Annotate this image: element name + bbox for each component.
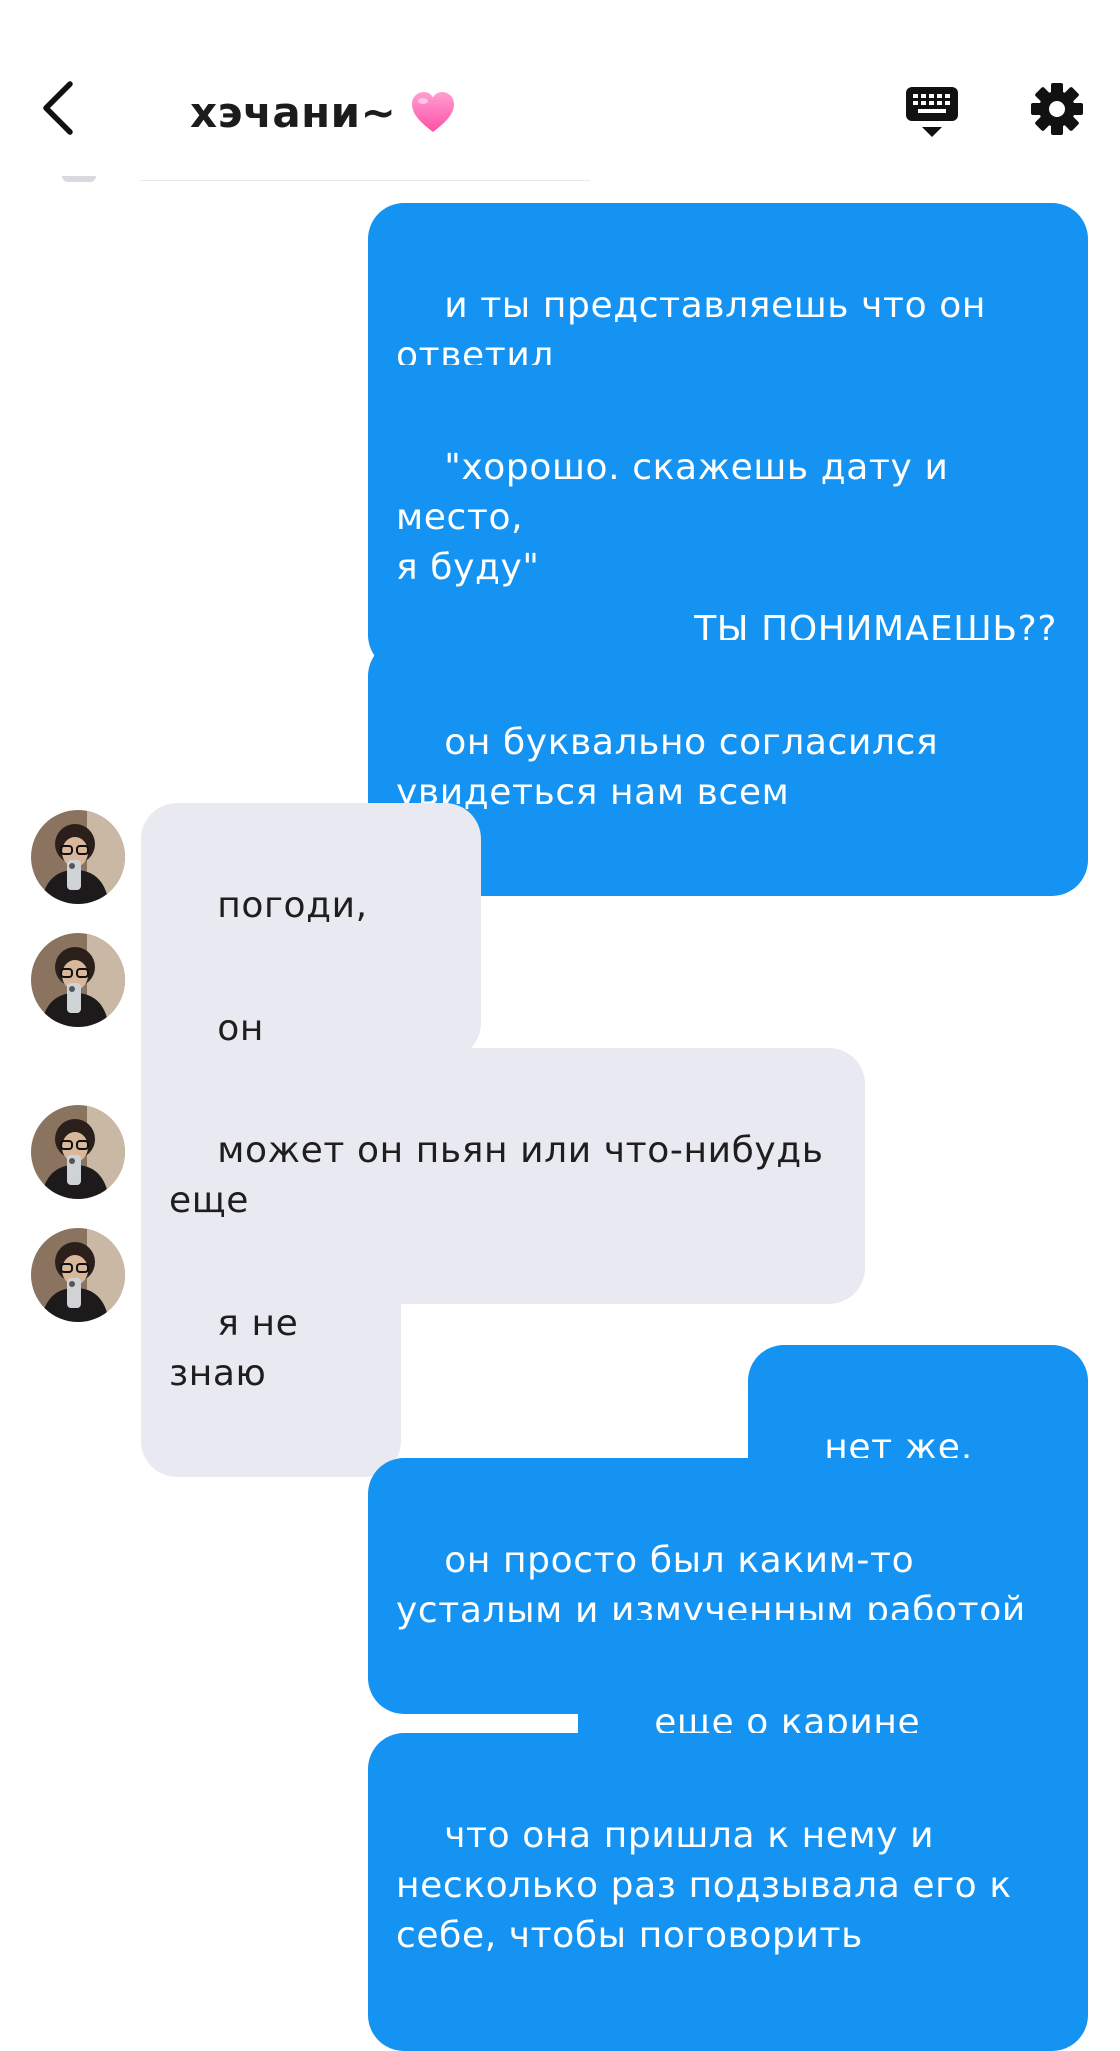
message-text: может он пьян или что-нибудь еще <box>169 1130 824 1221</box>
header-divider <box>140 180 590 181</box>
avatar-photo <box>31 810 125 904</box>
settings-button[interactable] <box>1026 78 1088 140</box>
message-text: что она пришла к нему и несколько раз по… <box>396 1815 1012 1956</box>
back-button[interactable] <box>30 72 86 144</box>
chat-title-text: хэчани~ <box>190 87 397 137</box>
avatar-photo <box>31 933 125 1027</box>
keyboard-button[interactable] <box>900 80 964 144</box>
gear-icon <box>1031 83 1083 135</box>
avatar-peek <box>62 176 96 182</box>
message-text: он просто был каким-то усталым и измучен… <box>396 1540 1026 1631</box>
avatar[interactable] <box>31 810 125 904</box>
avatar[interactable] <box>31 933 125 1027</box>
avatar-photo <box>31 1228 125 1322</box>
message-bubble-outgoing[interactable]: что она пришла к нему и несколько раз по… <box>368 1733 1088 2051</box>
chat-header: хэчани~ <box>0 0 1120 175</box>
keyboard-icon <box>906 87 958 137</box>
message-text: и ты представляешь что он ответил <box>396 285 987 376</box>
message-text: он буквально согласился увидеться нам вс… <box>396 722 939 813</box>
avatar[interactable] <box>31 1228 125 1322</box>
chevron-left-icon <box>43 81 73 135</box>
avatar-photo <box>31 1105 125 1199</box>
chat-title[interactable]: хэчани~ <box>190 80 456 144</box>
message-text: я не знаю <box>169 1303 311 1394</box>
avatar[interactable] <box>31 1105 125 1199</box>
message-bubble-incoming[interactable]: я не знаю <box>141 1221 401 1477</box>
pink-heart-icon <box>410 90 456 134</box>
